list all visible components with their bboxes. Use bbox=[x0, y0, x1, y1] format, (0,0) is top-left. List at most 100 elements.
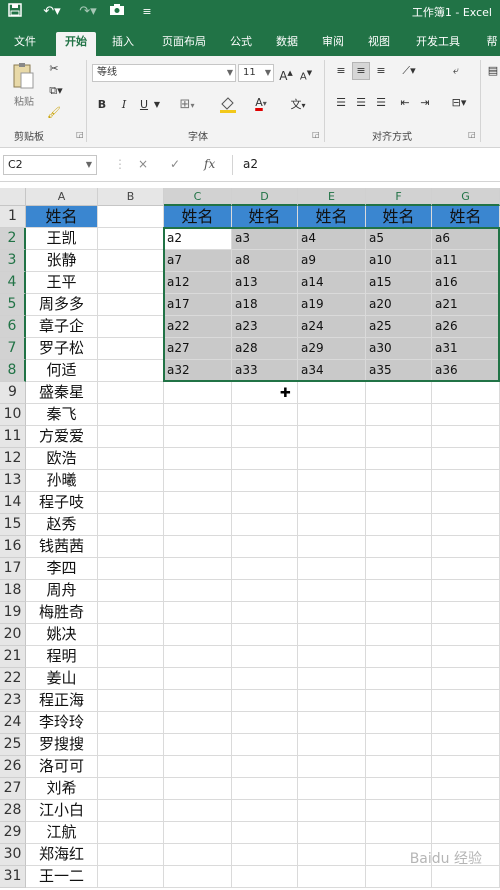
table-cell[interactable] bbox=[366, 822, 432, 844]
table-cell[interactable] bbox=[366, 558, 432, 580]
tab-data[interactable]: 数据 bbox=[272, 32, 302, 56]
table-cell[interactable]: a2 bbox=[164, 228, 232, 250]
empty-cell[interactable] bbox=[98, 756, 164, 778]
table-cell[interactable] bbox=[432, 492, 500, 514]
empty-cell[interactable] bbox=[98, 470, 164, 492]
row-header-16[interactable]: 16 bbox=[0, 536, 26, 558]
fill-color-icon[interactable] bbox=[214, 94, 242, 113]
empty-cell[interactable] bbox=[98, 822, 164, 844]
table-cell[interactable] bbox=[432, 404, 500, 426]
name-cell[interactable]: 秦飞 bbox=[26, 404, 98, 426]
tab-view[interactable]: 视图 bbox=[364, 32, 394, 56]
row-header-24[interactable]: 24 bbox=[0, 712, 26, 734]
table-cell[interactable] bbox=[432, 866, 500, 888]
table-cell[interactable] bbox=[298, 404, 366, 426]
name-cell[interactable]: 盛秦星 bbox=[26, 382, 98, 404]
format-painter-icon[interactable]: 🖌 bbox=[44, 104, 64, 122]
table-cell[interactable]: a28 bbox=[232, 338, 298, 360]
table-cell[interactable] bbox=[232, 756, 298, 778]
align-left-icon[interactable]: ☰ bbox=[332, 94, 350, 112]
table-cell[interactable] bbox=[298, 734, 366, 756]
phonetic-guide-icon[interactable]: 文▾ bbox=[284, 96, 312, 114]
table-cell[interactable]: a32 bbox=[164, 360, 232, 382]
row-header-7[interactable]: 7 bbox=[0, 338, 26, 360]
table-cell[interactable]: a7 bbox=[164, 250, 232, 272]
empty-cell[interactable] bbox=[98, 624, 164, 646]
bold-button[interactable]: B bbox=[94, 96, 110, 114]
name-cell[interactable]: 欧浩 bbox=[26, 448, 98, 470]
name-cell[interactable]: 王平 bbox=[26, 272, 98, 294]
table-cell[interactable] bbox=[366, 690, 432, 712]
table-cell[interactable] bbox=[164, 580, 232, 602]
table-cell[interactable] bbox=[366, 734, 432, 756]
empty-cell[interactable] bbox=[98, 338, 164, 360]
table-cell[interactable] bbox=[164, 514, 232, 536]
table-cell[interactable]: a19 bbox=[298, 294, 366, 316]
table-cell[interactable] bbox=[366, 426, 432, 448]
row-header-15[interactable]: 15 bbox=[0, 514, 26, 536]
table-cell[interactable] bbox=[432, 602, 500, 624]
table-cell[interactable] bbox=[232, 536, 298, 558]
table-cell[interactable] bbox=[432, 734, 500, 756]
column-header-a[interactable]: A bbox=[26, 188, 98, 206]
table-cell[interactable]: a13 bbox=[232, 272, 298, 294]
empty-cell[interactable] bbox=[98, 250, 164, 272]
name-cell[interactable]: 姜山 bbox=[26, 668, 98, 690]
table-cell[interactable]: a31 bbox=[432, 338, 500, 360]
name-cell[interactable]: 洛可可 bbox=[26, 756, 98, 778]
empty-cell[interactable] bbox=[98, 294, 164, 316]
row-header-18[interactable]: 18 bbox=[0, 580, 26, 602]
table-cell[interactable] bbox=[232, 470, 298, 492]
table-cell[interactable] bbox=[432, 800, 500, 822]
table-cell[interactable] bbox=[298, 822, 366, 844]
table-cell[interactable]: a14 bbox=[298, 272, 366, 294]
table-cell[interactable] bbox=[164, 822, 232, 844]
table-cell[interactable] bbox=[164, 866, 232, 888]
tab-file[interactable]: 文件 bbox=[10, 32, 40, 56]
empty-cell[interactable] bbox=[98, 690, 164, 712]
table-cell[interactable] bbox=[232, 822, 298, 844]
row-header-1[interactable]: 1 bbox=[0, 206, 26, 228]
table-cell[interactable] bbox=[298, 448, 366, 470]
row-header-13[interactable]: 13 bbox=[0, 470, 26, 492]
table-cell[interactable] bbox=[164, 734, 232, 756]
row-header-8[interactable]: 8 bbox=[0, 360, 26, 382]
table-cell[interactable] bbox=[366, 382, 432, 404]
column-header-b[interactable]: B bbox=[98, 188, 164, 206]
row-header-10[interactable]: 10 bbox=[0, 404, 26, 426]
table-cell[interactable] bbox=[366, 756, 432, 778]
empty-cell[interactable] bbox=[98, 844, 164, 866]
formula-input[interactable]: a2 bbox=[232, 155, 500, 175]
column-header-f[interactable]: F bbox=[366, 188, 432, 206]
font-color-icon[interactable]: A▾ bbox=[248, 94, 274, 112]
table-cell[interactable]: a36 bbox=[432, 360, 500, 382]
table-cell[interactable] bbox=[298, 646, 366, 668]
cancel-icon[interactable]: × bbox=[138, 157, 148, 171]
table-cell[interactable]: a12 bbox=[164, 272, 232, 294]
table-cell[interactable] bbox=[232, 514, 298, 536]
row-header-26[interactable]: 26 bbox=[0, 756, 26, 778]
wrap-text-icon[interactable]: ⤶ bbox=[446, 62, 466, 80]
table-cell[interactable] bbox=[164, 778, 232, 800]
table-cell[interactable] bbox=[164, 536, 232, 558]
row-header-6[interactable]: 6 bbox=[0, 316, 26, 338]
name-cell[interactable]: 梅胜奇 bbox=[26, 602, 98, 624]
row-header-21[interactable]: 21 bbox=[0, 646, 26, 668]
name-cell[interactable]: 江航 bbox=[26, 822, 98, 844]
empty-cell[interactable] bbox=[98, 580, 164, 602]
copy-icon[interactable]: ⧉▾ bbox=[44, 82, 68, 100]
name-cell[interactable]: 方爱爱 bbox=[26, 426, 98, 448]
table-cell[interactable]: a10 bbox=[366, 250, 432, 272]
table-cell[interactable] bbox=[432, 426, 500, 448]
name-cell[interactable]: 王一二 bbox=[26, 866, 98, 888]
insert-function-icon[interactable]: fx bbox=[204, 157, 215, 171]
table-cell[interactable]: a21 bbox=[432, 294, 500, 316]
merge-center-icon[interactable]: ⊟▾ bbox=[446, 94, 472, 112]
table-cell[interactable] bbox=[366, 448, 432, 470]
empty-cell[interactable] bbox=[98, 800, 164, 822]
table-cell[interactable]: a23 bbox=[232, 316, 298, 338]
table-cell[interactable] bbox=[232, 734, 298, 756]
number-format-icon[interactable]: ▤ bbox=[486, 62, 500, 80]
table-cell[interactable] bbox=[232, 580, 298, 602]
table-cell[interactable] bbox=[298, 580, 366, 602]
